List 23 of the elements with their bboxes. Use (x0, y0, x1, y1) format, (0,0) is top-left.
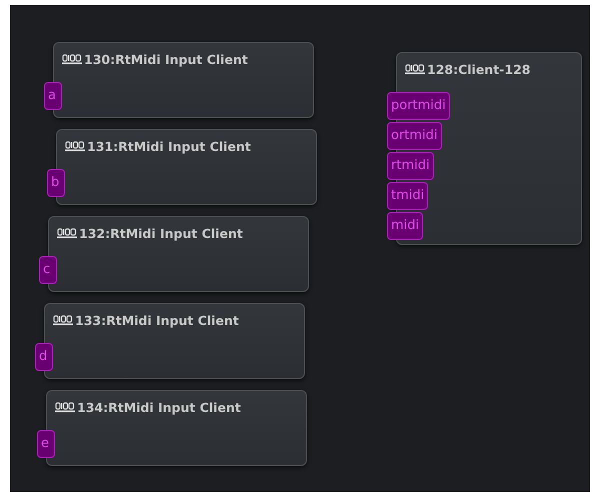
logo-icon (57, 228, 77, 239)
port[interactable]: portmidi (387, 92, 450, 120)
port[interactable]: c (39, 256, 57, 284)
node-title: 133:RtMidi Input Client (75, 313, 239, 328)
logo-icon (53, 315, 73, 326)
port[interactable]: d (35, 343, 53, 371)
node-title: 131:RtMidi Input Client (87, 139, 251, 154)
logo-icon (62, 54, 82, 65)
port[interactable]: b (47, 169, 65, 197)
client-node[interactable]: 132:RtMidi Input Client (48, 216, 309, 292)
port[interactable]: tmidi (387, 182, 428, 210)
logo-icon (65, 141, 85, 152)
port[interactable]: rtmidi (387, 152, 434, 180)
node-title: 130:RtMidi Input Client (84, 52, 248, 67)
node-title: 128:Client-128 (427, 62, 530, 77)
node-title: 132:RtMidi Input Client (79, 226, 243, 241)
logo-icon (55, 402, 75, 413)
logo-icon (405, 64, 425, 75)
node-title: 134:RtMidi Input Client (77, 400, 241, 415)
port[interactable]: ortmidi (387, 122, 442, 150)
port[interactable]: midi (387, 212, 424, 240)
port[interactable]: e (37, 430, 55, 458)
port[interactable]: a (44, 82, 62, 110)
